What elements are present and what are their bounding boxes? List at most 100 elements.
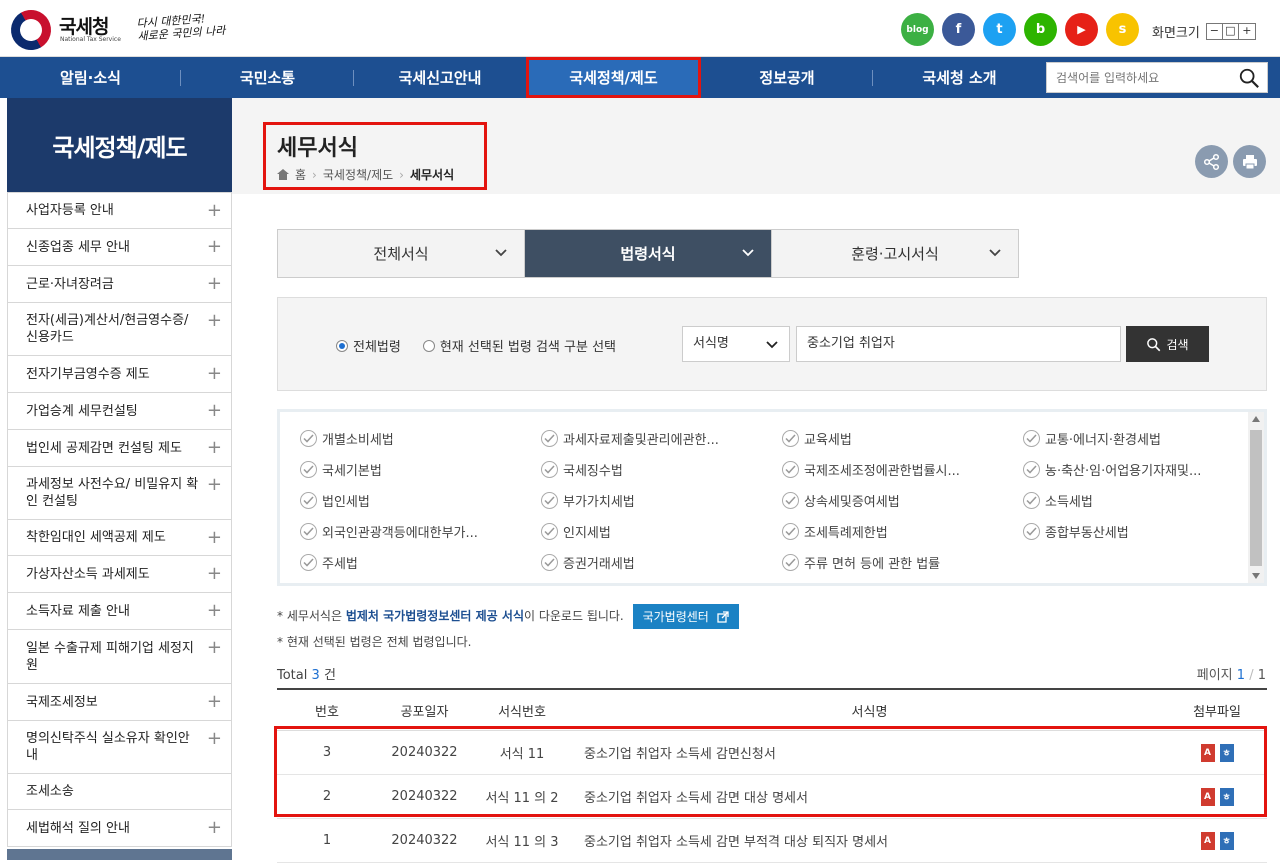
radio-all-laws[interactable]: 전체법령 [336,336,401,355]
plus-icon[interactable]: + [207,275,222,293]
blog-icon[interactable]: blog [901,13,934,46]
plus-icon[interactable]: + [207,402,222,420]
plus-icon[interactable]: + [207,819,222,837]
law-checkbox-item[interactable]: 소득세법 [1023,490,1243,511]
breadcrumb-tax-policy[interactable]: 국세정책/제도 [323,166,393,183]
lnb-item[interactable]: 법인세 공제감면 컨설팅 제도 + [7,430,232,467]
lnb-item[interactable]: 가업승계 세무컨설팅 + [7,393,232,430]
check-circle-icon[interactable] [1023,523,1040,540]
search-field-select[interactable]: 서식명 [682,326,790,362]
law-checkbox-item[interactable]: 국세징수법 [541,459,782,480]
law-checkbox-item[interactable]: 종합부동산세법 [1023,521,1243,542]
plus-icon[interactable]: + [207,565,222,583]
lnb-item[interactable]: 일본 수출규제 피해기업 세정지원 + [7,630,232,684]
youtube-icon[interactable]: ▶ [1065,13,1098,46]
row-form-name[interactable]: 중소기업 취업자 소득세 감면신청서 [572,743,1167,762]
gnb-item-about[interactable]: 국세청 소개 [873,57,1046,98]
font-size-reset-button[interactable]: □ [1223,24,1239,39]
pdf-file-icon[interactable]: A [1200,831,1215,850]
law-checkbox-item[interactable]: 주류 면허 등에 관한 법률 [782,552,1023,573]
breadcrumb-home[interactable]: 홈 [295,166,306,183]
lnb-item[interactable]: 전자기부금영수증 제도 + [7,356,232,393]
facebook-icon[interactable]: f [942,13,975,46]
check-circle-icon[interactable] [300,461,317,478]
scroll-up-icon[interactable] [1252,416,1260,422]
form-search-button[interactable]: 검색 [1126,326,1209,362]
nts-logo-icon[interactable] [3,2,59,58]
gnb-item-tax-filing[interactable]: 국세신고안내 [354,57,526,98]
lnb-item[interactable]: 착한임대인 세액공제 제도 + [7,520,232,556]
law-checkbox-item[interactable]: 법인세법 [300,490,541,511]
law-list-scrollbar[interactable] [1248,412,1264,583]
check-circle-icon[interactable] [782,492,799,509]
law-checkbox-item[interactable]: 과세자료제출및관리에관한... [541,428,782,449]
plus-icon[interactable]: + [207,639,222,657]
check-circle-icon[interactable] [300,554,317,571]
lnb-item[interactable]: 명의신탁주식 실소유자 확인안내 + [7,721,232,774]
law-checkbox-item[interactable]: 부가가치세법 [541,490,782,511]
logo-text[interactable]: 국세청 [59,12,109,39]
hwp-file-icon[interactable]: ㅎ [1219,743,1234,762]
check-circle-icon[interactable] [300,430,317,447]
share-button[interactable] [1195,145,1228,178]
check-circle-icon[interactable] [300,523,317,540]
scroll-down-icon[interactable] [1252,573,1260,579]
lnb-item[interactable]: 가상자산소득 과세제도 + [7,556,232,593]
lnb-item[interactable]: 세법해석 질의 안내 + [7,810,232,847]
check-circle-icon[interactable] [541,461,558,478]
kakaostory-icon[interactable]: s [1106,13,1139,46]
gnb-item-news[interactable]: 알림·소식 [0,57,181,98]
plus-icon[interactable]: + [207,476,222,494]
check-circle-icon[interactable] [541,492,558,509]
radio-selected-laws[interactable]: 현재 선택된 법령 검색 구분 선택 [422,336,616,355]
check-circle-icon[interactable] [782,523,799,540]
hwp-file-icon[interactable]: ㅎ [1219,787,1234,806]
law-checkbox-item[interactable]: 국세기본법 [300,459,541,480]
row-form-name[interactable]: 중소기업 취업자 소득세 감면 대상 명세서 [572,787,1167,806]
print-button[interactable] [1233,145,1266,178]
law-checkbox-item[interactable]: 교통·에너지·환경세법 [1023,428,1243,449]
plus-icon[interactable]: + [207,439,222,457]
band-icon[interactable]: b [1024,13,1057,46]
pdf-file-icon[interactable]: A [1200,743,1215,762]
twitter-icon[interactable]: t [983,13,1016,46]
tab-statute-forms[interactable]: 법령서식 [525,230,772,277]
law-checkbox-item[interactable]: 농·축산·임·어업용기자재및... [1023,459,1243,480]
law-checkbox-item[interactable]: 증권거래세법 [541,552,782,573]
check-circle-icon[interactable] [1023,430,1040,447]
gnb-item-tax-policy[interactable]: 국세정책/제도 [526,57,701,98]
lnb-item[interactable]: 국제조세정보 + [7,684,232,721]
lnb-item[interactable]: 전자(세금)계산서/현금영수증/ 신용카드 + [7,303,232,356]
plus-icon[interactable]: + [207,693,222,711]
law-checkbox-item[interactable]: 주세법 [300,552,541,573]
lnb-item[interactable]: 조세소송 [7,774,232,810]
check-circle-icon[interactable] [541,430,558,447]
law-checkbox-item[interactable]: 교육세법 [782,428,1023,449]
check-circle-icon[interactable] [541,554,558,571]
law-checkbox-item[interactable]: 국제조세조정에관한법률시... [782,459,1023,480]
gnb-item-communication[interactable]: 국민소통 [181,57,354,98]
check-circle-icon[interactable] [541,523,558,540]
law-checkbox-item[interactable]: 조세특례제한법 [782,521,1023,542]
plus-icon[interactable]: + [207,238,222,256]
lnb-item[interactable]: 과세정보 사전수요/ 비밀유지 확인 컨설팅 + [7,467,232,520]
hwp-file-icon[interactable]: ㅎ [1219,831,1234,850]
law-checkbox-item[interactable]: 인지세법 [541,521,782,542]
search-input[interactable] [1047,63,1227,92]
radio-checked-icon[interactable] [336,339,348,352]
law-center-link-button[interactable]: 국가법령센터 [632,604,739,629]
plus-icon[interactable]: + [207,202,222,220]
check-circle-icon[interactable] [300,492,317,509]
law-checkbox-item[interactable]: 외국인관광객등에대한부가... [300,521,541,542]
lnb-item[interactable]: 신종업종 세무 안내 + [7,229,232,266]
plus-icon[interactable]: + [207,730,222,748]
lnb-next-item[interactable] [7,849,232,860]
form-search-input[interactable]: 중소기업 취업자 [796,326,1121,362]
row-form-name[interactable]: 중소기업 취업자 소득세 감면 부적격 대상 퇴직자 명세서 [572,831,1167,850]
check-circle-icon[interactable] [782,554,799,571]
home-icon[interactable] [277,169,289,180]
gnb-item-disclosure[interactable]: 정보공개 [701,57,873,98]
check-circle-icon[interactable] [782,461,799,478]
tab-all-forms[interactable]: 전체서식 [278,230,525,277]
plus-icon[interactable]: + [207,602,222,620]
